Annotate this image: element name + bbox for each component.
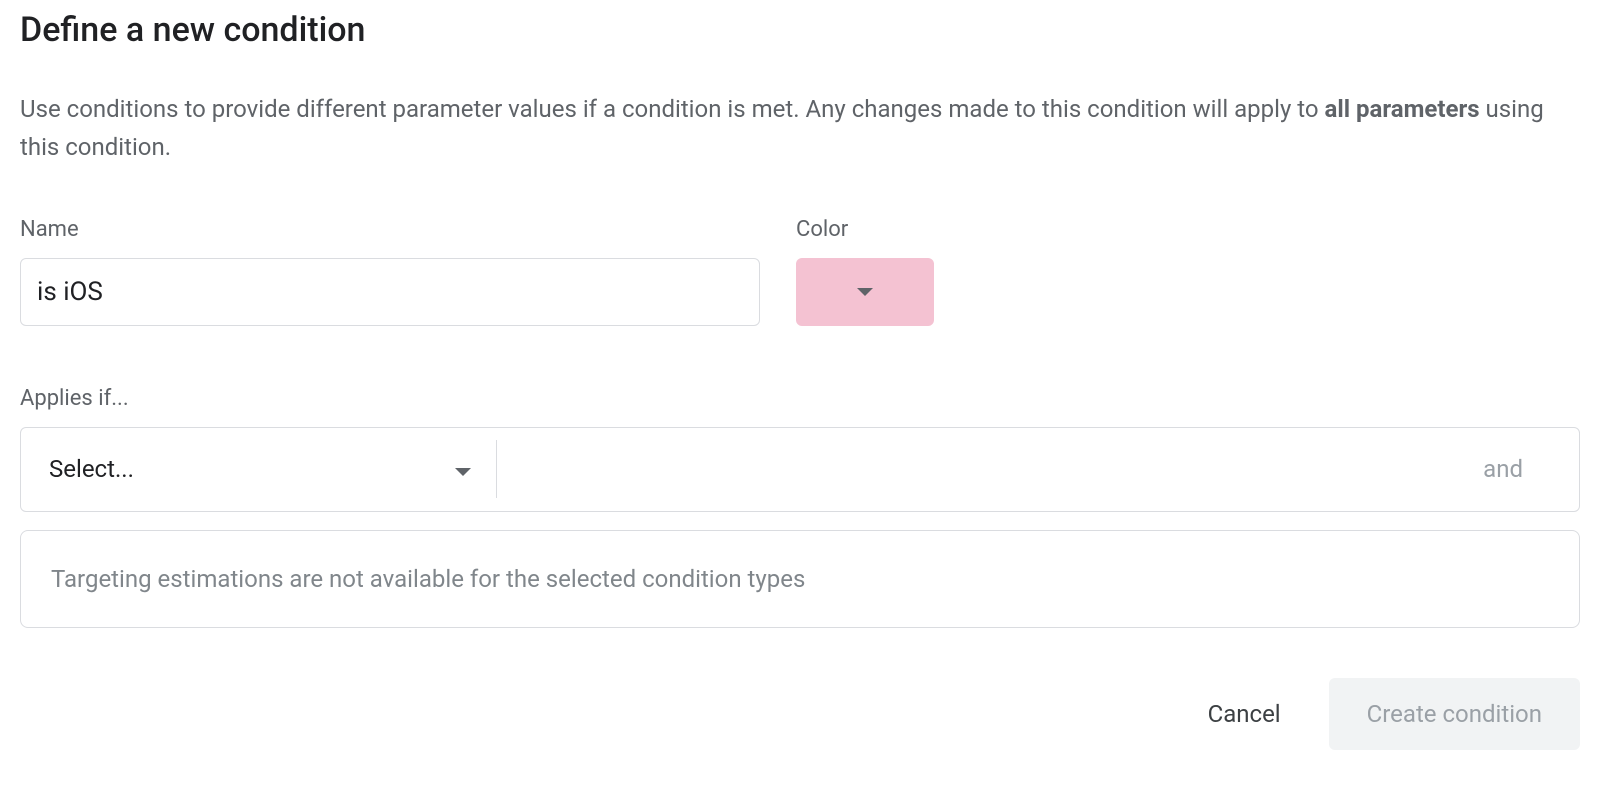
- select-placeholder: Select...: [49, 455, 134, 483]
- color-picker[interactable]: [796, 258, 934, 326]
- cancel-button[interactable]: Cancel: [1204, 686, 1285, 742]
- description-text: Use conditions to provide different para…: [20, 90, 1580, 167]
- create-condition-button[interactable]: Create condition: [1329, 678, 1580, 750]
- description-pre: Use conditions to provide different para…: [20, 95, 1325, 123]
- condition-row: Select... and: [20, 427, 1580, 512]
- condition-value-area[interactable]: [497, 428, 1483, 511]
- condition-type-select[interactable]: Select...: [21, 428, 496, 511]
- dialog-footer: Cancel Create condition: [20, 678, 1580, 750]
- caret-down-icon: [856, 282, 874, 301]
- description-bold: all parameters: [1325, 95, 1480, 123]
- color-label: Color: [796, 217, 934, 242]
- targeting-estimation: Targeting estimations are not available …: [20, 530, 1580, 628]
- page-title: Define a new condition: [20, 10, 1580, 50]
- and-connector[interactable]: and: [1483, 428, 1579, 511]
- name-input[interactable]: [20, 258, 760, 326]
- color-field: Color: [796, 217, 934, 326]
- applies-if-label: Applies if...: [20, 386, 1580, 411]
- name-field: Name: [20, 217, 760, 326]
- name-label: Name: [20, 217, 760, 242]
- caret-down-icon: [454, 455, 472, 483]
